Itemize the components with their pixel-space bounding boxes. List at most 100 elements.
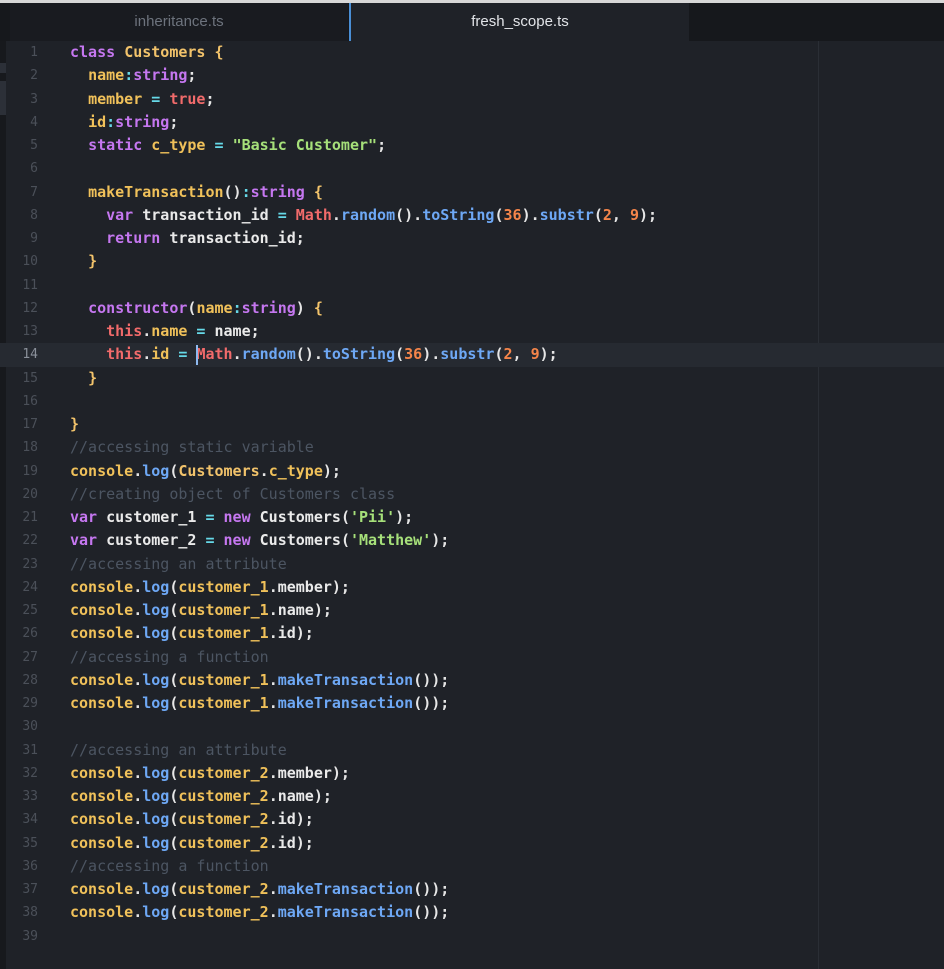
code-line[interactable]: 8 var transaction_id = Math.random().toS…	[0, 204, 944, 227]
code-line[interactable]: 13 this.name = name;	[0, 320, 944, 343]
code-line[interactable]: 39	[0, 925, 944, 948]
code-line[interactable]: 26 console.log(customer_1.id);	[0, 622, 944, 645]
code-token: ());	[413, 880, 450, 898]
tab-bar-empty-area[interactable]	[690, 3, 944, 41]
code-line[interactable]: 11	[0, 274, 944, 297]
code-token: 'Matthew'	[349, 531, 432, 550]
code-line[interactable]: 6	[0, 157, 944, 180]
code-token: var	[106, 205, 143, 224]
code-token: console	[70, 763, 134, 782]
line-number: 20	[22, 486, 38, 502]
line-number: 29	[22, 696, 38, 711]
code-line[interactable]: 20 //creating object of Customers class	[0, 483, 944, 506]
code-line[interactable]: 31 //accessing an attribute	[0, 739, 944, 762]
code-line[interactable]: 25 console.log(customer_1.name);	[0, 599, 944, 622]
code-line[interactable]: 4 id:string;	[0, 111, 944, 134]
code-line[interactable]: 9 return transaction_id;	[0, 227, 944, 250]
code-token: customer_2	[178, 833, 269, 852]
code-token: this	[106, 322, 143, 340]
code-editor[interactable]: inheritance.ts fresh_scope.ts 1 class Cus…	[0, 0, 944, 969]
code-token: //creating object of Customers class	[70, 484, 396, 503]
code-token: );	[322, 461, 341, 480]
line-number: 39	[22, 928, 38, 944]
line-text: this.name = name;	[70, 320, 260, 343]
code-token: );	[431, 531, 450, 550]
code-token: Customers	[124, 43, 215, 61]
code-token: ;	[377, 136, 387, 154]
line-text: //accessing an attribute	[70, 553, 287, 576]
line-number: 15	[22, 370, 38, 386]
code-line[interactable]: 23 //accessing an attribute	[0, 553, 944, 576]
line-text: makeTransaction():string {	[70, 181, 323, 204]
code-token: (	[395, 345, 405, 364]
code-token: c_type	[268, 461, 323, 480]
tab-inheritance-ts[interactable]: inheritance.ts	[10, 3, 348, 41]
code-token: (	[593, 205, 603, 224]
code-line[interactable]: 34 console.log(customer_2.id);	[0, 808, 944, 831]
code-token: .	[268, 833, 278, 852]
line-number: 16	[22, 393, 38, 409]
code-token: .	[268, 670, 278, 689]
code-line[interactable]: 38 console.log(customer_2.makeTransaction…	[0, 901, 944, 924]
code-line[interactable]: 15 }	[0, 367, 944, 390]
code-token: log	[142, 670, 170, 689]
code-line[interactable]: 22 var customer_2 = new Customers('Matthe…	[0, 529, 944, 552]
code-line[interactable]: 30	[0, 715, 944, 738]
code-token: )	[295, 298, 314, 317]
code-line[interactable]: 29 console.log(customer_1.makeTransaction…	[0, 692, 944, 715]
line-number: 30	[22, 719, 38, 735]
code-line[interactable]: 24 console.log(customer_1.member);	[0, 576, 944, 599]
code-line[interactable]: 19 console.log(Customers.c_type);	[0, 460, 944, 483]
code-token: =	[187, 322, 215, 340]
code-line[interactable]: 16	[0, 390, 944, 413]
code-token: log	[142, 624, 170, 643]
code-line[interactable]: 21 var customer_1 = new Customers('Pii');	[0, 506, 944, 529]
code-token: makeTransaction	[277, 694, 414, 712]
code-token: name	[277, 787, 314, 805]
code-line[interactable]: 1 class Customers {	[0, 41, 944, 64]
code-token: console	[70, 670, 134, 689]
code-line[interactable]: 3 member = true;	[0, 88, 944, 111]
line-text: //creating object of Customers class	[70, 483, 395, 506]
code-line[interactable]: 32 console.log(customer_2.member);	[0, 762, 944, 785]
line-number: 1	[30, 45, 38, 60]
code-line[interactable]: 35 console.log(customer_2.id);	[0, 832, 944, 855]
code-line[interactable]: 27 //accessing a function	[0, 646, 944, 669]
tab-fresh-scope-ts[interactable]: fresh_scope.ts	[349, 3, 689, 41]
code-line[interactable]: 7 makeTransaction():string {	[0, 181, 944, 204]
line-text: class Customers {	[70, 41, 224, 64]
code-token: toString	[422, 205, 495, 224]
code-line[interactable]: 33 console.log(customer_2.name);	[0, 785, 944, 808]
line-text: console.log(customer_2.member);	[70, 762, 350, 785]
line-number: 26	[22, 626, 38, 642]
line-number: 32	[22, 765, 38, 781]
code-line[interactable]: 2 name:string;	[0, 64, 944, 87]
code-line[interactable]: 5 static c_type = "Basic Customer";	[0, 134, 944, 157]
code-line[interactable]: 12 constructor(name:string) {	[0, 297, 944, 320]
code-line[interactable]: 17}	[0, 413, 944, 436]
code-line[interactable]: 10 }	[0, 250, 944, 273]
line-number: 31	[22, 742, 38, 758]
code-token: ());	[413, 903, 450, 922]
line-text: constructor(name:string) {	[70, 297, 323, 320]
code-token: .	[268, 624, 278, 643]
line-number: 17	[22, 417, 38, 432]
line-number: 10	[22, 254, 38, 270]
line-text: }	[70, 413, 79, 436]
code-token: makeTransaction	[277, 880, 414, 898]
code-line[interactable]: 36 //accessing a function	[0, 855, 944, 878]
code-line[interactable]: 14 this.id = Math.random().toString(36).…	[0, 343, 944, 367]
code-line[interactable]: 28 console.log(customer_1.makeTransaction…	[0, 669, 944, 692]
code-token: name	[196, 298, 233, 317]
code-token: .	[133, 624, 143, 643]
code-token: substr	[440, 345, 495, 364]
code-token: customer_1	[178, 694, 269, 712]
code-token: toString	[322, 345, 396, 364]
line-text: console.log(customer_2.id);	[70, 832, 314, 855]
code-line[interactable]: 18 //accessing static variable	[0, 436, 944, 459]
code-token: log	[142, 577, 170, 596]
code-line[interactable]: 37 console.log(customer_2.makeTransaction…	[0, 878, 944, 901]
code-token: makeTransaction	[88, 182, 224, 201]
line-text: console.log(customer_1.makeTransaction()…	[70, 669, 449, 692]
